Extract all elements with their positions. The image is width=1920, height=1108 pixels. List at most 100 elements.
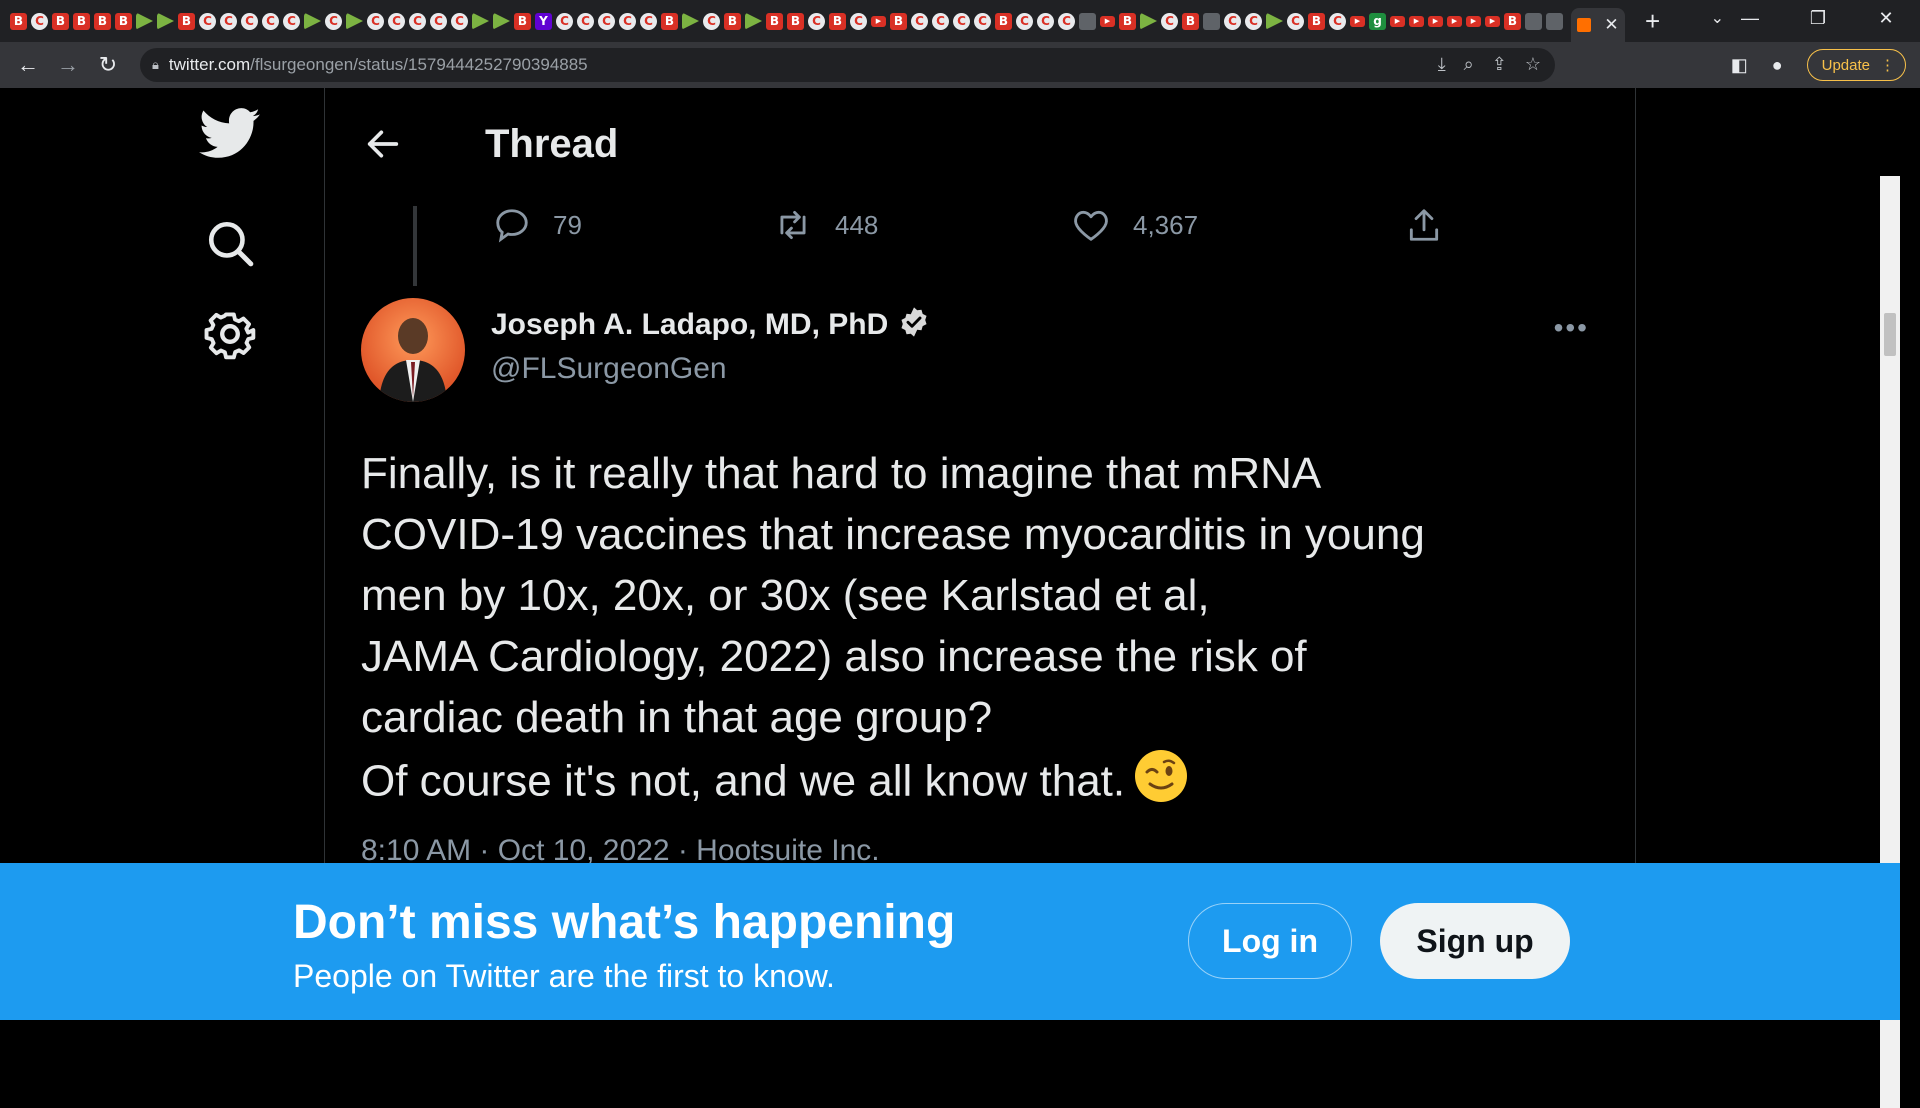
tab-favicon-icon[interactable]: [1525, 12, 1542, 30]
tab-favicon-icon[interactable]: [157, 12, 174, 30]
search-icon[interactable]: [190, 218, 270, 268]
tab-favicon-icon[interactable]: B: [1119, 12, 1136, 30]
tab-favicon-icon[interactable]: B: [766, 12, 783, 30]
tab-favicon-icon[interactable]: ▶: [1466, 15, 1481, 27]
tab-favicon-icon[interactable]: C: [1287, 12, 1304, 30]
tab-favicon-icon[interactable]: C: [808, 12, 825, 30]
close-window-icon[interactable]: ✕: [1852, 8, 1920, 29]
tab-favicon-icon[interactable]: C: [283, 12, 300, 30]
tab-favicon-icon[interactable]: C: [953, 12, 970, 30]
tab-favicon-icon[interactable]: C: [1058, 12, 1075, 30]
zoom-icon[interactable]: ⌕: [1464, 54, 1474, 75]
profile-icon[interactable]: ●: [1772, 55, 1783, 76]
tab-favicon-icon[interactable]: B: [115, 12, 132, 30]
tab-favicon-icon[interactable]: C: [1245, 12, 1262, 30]
tab-favicon-icon[interactable]: B: [1182, 12, 1199, 30]
share-icon[interactable]: ⇪: [1492, 54, 1507, 75]
tab-favicon-icon[interactable]: B: [10, 12, 27, 30]
tab-favicon-icon[interactable]: B: [890, 12, 907, 30]
tab-favicon-icon[interactable]: C: [409, 12, 426, 30]
minimize-icon[interactable]: —: [1716, 8, 1784, 29]
tab-favicon-icon[interactable]: C: [367, 12, 384, 30]
tab-favicon-icon[interactable]: [1079, 12, 1096, 30]
tab-favicon-icon[interactable]: B: [829, 12, 846, 30]
tab-favicon-icon[interactable]: B: [661, 12, 678, 30]
tab-favicon-icon[interactable]: ▶: [1428, 15, 1443, 27]
tab-favicon-icon[interactable]: B: [1308, 12, 1325, 30]
forward-icon[interactable]: →: [48, 52, 88, 78]
lock-icon[interactable]: 🔒︎: [152, 57, 159, 73]
tab-favicon-icon[interactable]: C: [325, 12, 342, 30]
tab-favicon-icon[interactable]: ▶: [871, 15, 886, 27]
tab-favicon-icon[interactable]: g: [1369, 12, 1386, 30]
address-bar[interactable]: 🔒︎ twitter.com/flsurgeongen/status/15794…: [140, 48, 1555, 82]
tab-favicon-icon[interactable]: [745, 12, 762, 30]
tab-favicon-icon[interactable]: B: [73, 12, 90, 30]
new-tab-button[interactable]: +: [1645, 8, 1660, 34]
scrollbar-thumb[interactable]: [1884, 313, 1896, 356]
tab-favicon-icon[interactable]: [472, 12, 489, 30]
tab-favicon-icon[interactable]: C: [430, 12, 447, 30]
author-handle[interactable]: @FLSurgeonGen: [491, 352, 727, 386]
author-name[interactable]: Joseph A. Ladapo, MD, PhD: [491, 308, 888, 342]
tab-favicon-icon[interactable]: C: [262, 12, 279, 30]
tab-favicon-icon[interactable]: [304, 12, 321, 30]
tab-favicon-icon[interactable]: ▶: [1390, 15, 1405, 27]
tab-favicon-icon[interactable]: C: [1161, 12, 1178, 30]
tab-favicon-icon[interactable]: [682, 12, 699, 30]
tab-favicon-icon[interactable]: B: [724, 12, 741, 30]
tab-favicon-icon[interactable]: B: [94, 12, 111, 30]
tab-favicon-icon[interactable]: C: [932, 12, 949, 30]
tab-favicon-icon[interactable]: C: [598, 12, 615, 30]
tab-favicon-icon[interactable]: B: [178, 12, 195, 30]
tab-favicon-icon[interactable]: C: [199, 12, 216, 30]
log-in-button[interactable]: Log in: [1188, 903, 1352, 979]
bookmark-star-icon[interactable]: ☆: [1525, 54, 1541, 75]
tab-favicon-icon[interactable]: B: [514, 12, 531, 30]
tab-favicon-icon[interactable]: C: [1224, 12, 1241, 30]
tab-favicon-icon[interactable]: [346, 12, 363, 30]
back-arrow-icon[interactable]: [363, 124, 403, 169]
reload-icon[interactable]: ↻: [88, 52, 128, 78]
tab-favicon-icon[interactable]: B: [52, 12, 69, 30]
settings-icon[interactable]: [190, 308, 270, 360]
avatar[interactable]: [361, 298, 465, 402]
twitter-bird-icon[interactable]: [190, 108, 270, 160]
tab-favicon-icon[interactable]: Y: [535, 12, 552, 30]
tab-favicon-icon[interactable]: [1266, 12, 1283, 30]
tab-favicon-icon[interactable]: ▶: [1100, 15, 1115, 27]
share-button[interactable]: [1405, 206, 1443, 244]
tab-favicon-icon[interactable]: C: [556, 12, 573, 30]
tab-favicon-icon[interactable]: [1140, 12, 1157, 30]
tab-favicon-icon[interactable]: C: [241, 12, 258, 30]
tab-favicon-icon[interactable]: C: [911, 12, 928, 30]
tab-favicon-icon[interactable]: C: [703, 12, 720, 30]
tab-favicon-icon[interactable]: C: [31, 12, 48, 30]
tab-favicon-icon[interactable]: C: [451, 12, 468, 30]
tab-favicon-icon[interactable]: ▶: [1447, 15, 1462, 27]
tab-favicon-icon[interactable]: [136, 12, 153, 30]
close-tab-icon[interactable]: ✕: [1604, 15, 1618, 35]
tab-favicon-icon[interactable]: [1203, 12, 1220, 30]
more-options-icon[interactable]: •••: [1554, 312, 1589, 344]
reply-button[interactable]: 79: [493, 206, 582, 244]
tab-favicon-icon[interactable]: B: [1504, 12, 1521, 30]
tab-favicon-icon[interactable]: C: [1037, 12, 1054, 30]
tab-favicon-icon[interactable]: B: [787, 12, 804, 30]
tab-favicon-icon[interactable]: ▶: [1485, 15, 1500, 27]
tab-favicon-icon[interactable]: C: [619, 12, 636, 30]
side-panel-icon[interactable]: ◧: [1731, 55, 1748, 76]
install-icon[interactable]: ⤓: [1438, 54, 1446, 75]
tab-favicon-icon[interactable]: B: [995, 12, 1012, 30]
restore-icon[interactable]: ❐: [1784, 8, 1852, 29]
retweet-button[interactable]: 448: [773, 206, 878, 244]
tab-favicon-icon[interactable]: C: [388, 12, 405, 30]
tab-favicon-icon[interactable]: C: [974, 12, 991, 30]
like-button[interactable]: 4,367: [1071, 206, 1198, 244]
active-tab[interactable]: ✕: [1571, 8, 1625, 42]
tab-favicon-icon[interactable]: C: [640, 12, 657, 30]
tab-favicon-icon[interactable]: C: [577, 12, 594, 30]
back-icon[interactable]: ←: [8, 52, 48, 78]
tab-favicon-icon[interactable]: C: [1016, 12, 1033, 30]
tab-favicon-icon[interactable]: ▶: [1350, 15, 1365, 27]
